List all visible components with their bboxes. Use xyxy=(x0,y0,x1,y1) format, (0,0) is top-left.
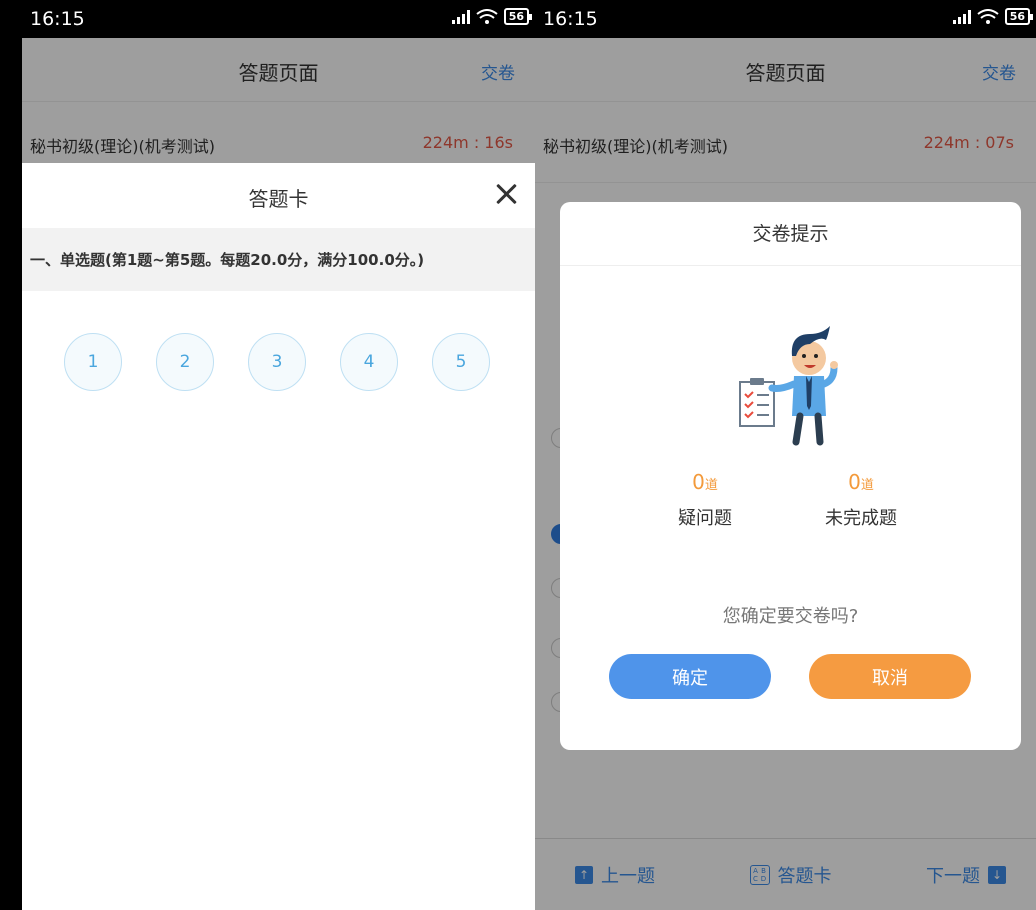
doubt-count: 0道 xyxy=(692,470,718,494)
confirm-button[interactable]: 确定 xyxy=(609,654,771,699)
status-time: 16:15 xyxy=(30,8,85,30)
question-number-button[interactable]: 3 xyxy=(248,333,306,391)
question-number-grid: 1 2 3 4 5 xyxy=(22,291,535,391)
submit-confirm-screen: 16:15 56 答题页面 交卷 秘书初级(理论)(机考测试) 224m : 0… xyxy=(535,0,1036,910)
unfinished-label: 未完成题 xyxy=(825,508,897,529)
answer-card-screen: 16:15 56 答题页面 交卷 秘书初级(理论)(机考测试) 224m : 1… xyxy=(22,0,535,910)
submit-confirm-dialog: 交卷提示 0道 疑问题 0道 未完成题 您确定要交卷吗? 确定 取消 xyxy=(560,202,1021,750)
question-number-button[interactable]: 5 xyxy=(432,333,490,391)
question-number-button[interactable]: 2 xyxy=(156,333,214,391)
signal-icon xyxy=(952,9,971,24)
signal-icon xyxy=(451,9,470,24)
cancel-button[interactable]: 取消 xyxy=(809,654,971,699)
question-number-button[interactable]: 4 xyxy=(340,333,398,391)
answer-card-sheet: 答题卡 一、单选题(第1题~第5题。每题20.0分，满分100.0分。) 1 2… xyxy=(22,163,535,910)
wifi-icon xyxy=(476,8,498,24)
battery-icon: 56 xyxy=(1004,8,1034,25)
section-header: 一、单选题(第1题~第5题。每题20.0分，满分100.0分。) xyxy=(22,228,535,291)
confirm-question: 您确定要交卷吗? xyxy=(722,606,859,627)
wifi-icon xyxy=(977,8,999,24)
status-bar: 16:15 56 xyxy=(22,0,535,38)
sheet-header: 答题卡 xyxy=(22,163,535,228)
doubt-label: 疑问题 xyxy=(678,508,732,529)
status-time: 16:15 xyxy=(543,8,598,30)
question-number-button[interactable]: 1 xyxy=(64,333,122,391)
close-icon[interactable] xyxy=(493,181,519,207)
dim-overlay[interactable] xyxy=(22,38,535,163)
battery-icon: 56 xyxy=(503,8,533,25)
sheet-title: 答题卡 xyxy=(248,187,309,211)
businessman-clipboard-illustration xyxy=(739,326,838,446)
status-bar: 16:15 56 xyxy=(535,0,1036,38)
dialog-title: 交卷提示 xyxy=(560,202,1021,266)
unfinished-count: 0道 xyxy=(848,470,874,494)
doubt-stat: 0道 疑问题 xyxy=(630,470,780,530)
unfinished-stat: 0道 未完成题 xyxy=(786,470,936,530)
